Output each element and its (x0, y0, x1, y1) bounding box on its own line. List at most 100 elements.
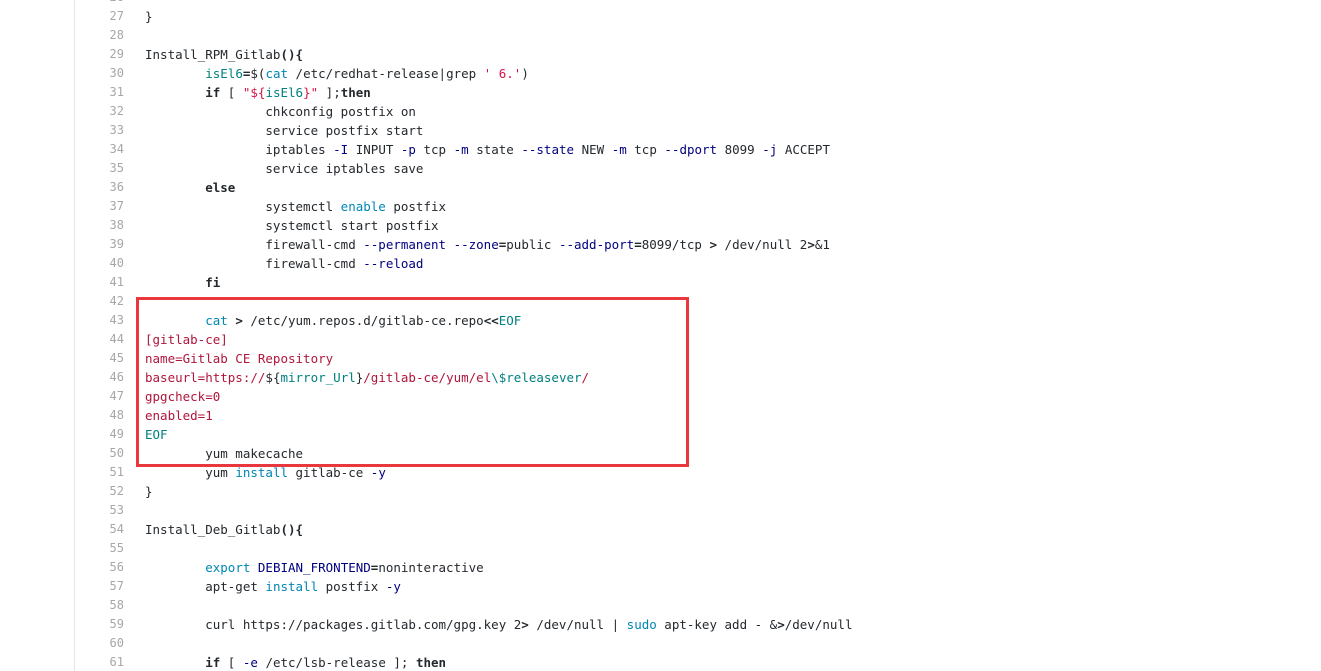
code-token: (){ (280, 522, 304, 537)
line-number[interactable]: 42 (75, 292, 145, 311)
code-token: } (145, 484, 153, 499)
line-number[interactable]: 31 (75, 83, 145, 102)
line-number[interactable]: 46 (75, 368, 145, 387)
code-token: tcp (626, 142, 665, 157)
line-number[interactable]: 40 (75, 254, 145, 273)
line-number[interactable]: 50 (75, 444, 145, 463)
code-token: -e (242, 655, 258, 670)
code-token: ${ (265, 370, 281, 385)
code-token: 8099/tcp (641, 237, 710, 252)
line-code: fi (145, 273, 1321, 292)
line-number[interactable]: 26 (75, 0, 145, 7)
line-number[interactable]: 45 (75, 349, 145, 368)
line-number[interactable]: 60 (75, 634, 145, 653)
line-code: systemctl start postfix (145, 216, 1321, 235)
code-token: /dev/null 2 (717, 237, 808, 252)
code-token: --state (521, 142, 575, 157)
code-line: 52} (75, 482, 1321, 501)
code-token: -m (453, 142, 469, 157)
line-code: enabled=1 (145, 406, 1321, 425)
code-line: 39 firewall-cmd --permanent --zone = publi… (75, 235, 1321, 254)
code-token: postfix (318, 579, 386, 594)
code-token: /etc/redhat-release|grep (288, 66, 484, 81)
line-number[interactable]: 58 (75, 596, 145, 615)
code-token: > (235, 313, 243, 328)
line-number[interactable]: 38 (75, 216, 145, 235)
code-line: 27} (75, 7, 1321, 26)
line-number[interactable]: 49 (75, 425, 145, 444)
line-number[interactable]: 32 (75, 102, 145, 121)
line-number[interactable]: 27 (75, 7, 145, 26)
line-number[interactable]: 34 (75, 140, 145, 159)
line-number[interactable]: 52 (75, 482, 145, 501)
code-token: << (483, 313, 499, 328)
code-line: 36 else (75, 178, 1321, 197)
code-token: --permanent (363, 237, 447, 252)
code-token: -p (400, 142, 416, 157)
code-token: enabled=1 (145, 408, 213, 423)
line-number[interactable]: 39 (75, 235, 145, 254)
line-number[interactable]: 36 (75, 178, 145, 197)
line-number[interactable]: 53 (75, 501, 145, 520)
code-token: yum (145, 465, 236, 480)
line-code: if [ "${isEl6}" ];then (145, 83, 1321, 102)
code-token: ) (521, 66, 529, 81)
code-token: [gitlab-ce] (145, 332, 228, 347)
line-number[interactable]: 59 (75, 615, 145, 634)
line-number[interactable]: 29 (75, 45, 145, 64)
line-code: cat > /etc/yum.repos.d/gitlab-ce.repo<<E… (145, 311, 1321, 330)
code-line: 28 (75, 26, 1321, 45)
line-number[interactable]: 56 (75, 558, 145, 577)
line-code: } (145, 7, 1321, 26)
line-code: Install_Deb_Gitlab(){ (145, 520, 1321, 539)
line-number[interactable]: 48 (75, 406, 145, 425)
code-token: noninteractive (378, 560, 484, 575)
code-line: 59 curl https://packages.gitlab.com/gpg.… (75, 615, 1321, 634)
line-number[interactable]: 28 (75, 26, 145, 45)
line-number[interactable]: 54 (75, 520, 145, 539)
line-number[interactable]: 47 (75, 387, 145, 406)
code-token: /etc/lsb-release ]; (257, 655, 416, 670)
code-token: name=Gitlab CE Repository (145, 351, 334, 366)
code-token: -y (385, 579, 401, 594)
line-number[interactable]: 30 (75, 64, 145, 83)
code-line: 30 isEl6=$(cat /etc/redhat-release|grep … (75, 64, 1321, 83)
code-line: 44 [gitlab-ce] (75, 330, 1321, 349)
line-code: service iptables save (145, 159, 1321, 178)
code-token: "${ (242, 85, 266, 100)
code-token: postfix (385, 199, 447, 214)
code-token: iptables (145, 142, 334, 157)
code-token: NEW (574, 142, 612, 157)
line-number[interactable]: 55 (75, 539, 145, 558)
code-token: chkconfig postfix on (145, 104, 416, 119)
line-number[interactable]: 43 (75, 311, 145, 330)
line-number[interactable]: 51 (75, 463, 145, 482)
line-number[interactable]: 35 (75, 159, 145, 178)
code-line: 53 (75, 501, 1321, 520)
code-token: Install_RPM_Gitlab (145, 47, 281, 62)
line-number[interactable]: 33 (75, 121, 145, 140)
line-number[interactable]: 41 (75, 273, 145, 292)
line-number[interactable]: 61 (75, 653, 145, 671)
code-token: --add-port (558, 237, 635, 252)
code-token: mirror_Url (280, 370, 356, 385)
code-token: /dev/null | (528, 617, 627, 632)
code-token: gitlab-ce (288, 465, 371, 480)
line-number[interactable]: 37 (75, 197, 145, 216)
line-number[interactable]: 57 (75, 577, 145, 596)
code-token: tcp (415, 142, 454, 157)
code-line: 60 (75, 634, 1321, 653)
code-line: 46 baseurl=https://${mirror_Url}/gitlab-c… (75, 368, 1321, 387)
code-token: > (709, 237, 718, 252)
line-number[interactable]: 44 (75, 330, 145, 349)
